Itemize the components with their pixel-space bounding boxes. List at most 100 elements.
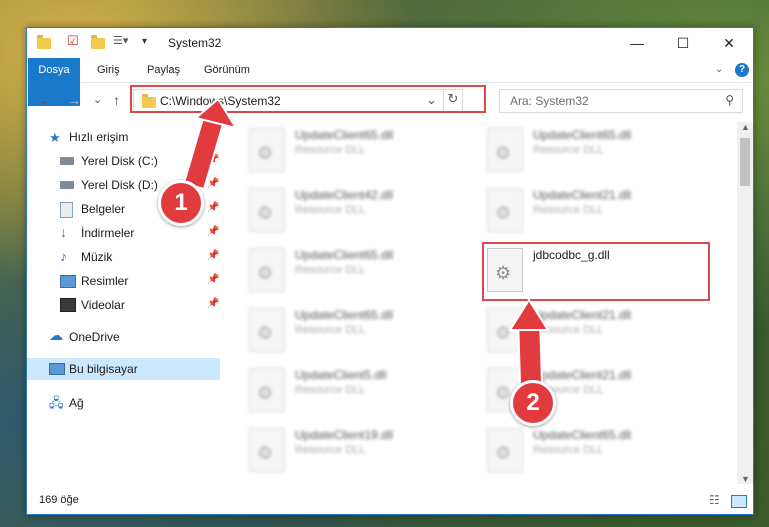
quick-access-dropdown-icon[interactable]: ▾: [142, 36, 152, 52]
callout-marker-2: 2: [510, 380, 556, 426]
sidebar-item-videos[interactable]: Videolar 📌: [27, 294, 220, 316]
document-icon: [60, 202, 73, 218]
ribbon: Dosya Giriş Paylaş Görünüm ⌄ ?: [27, 58, 753, 106]
file-name: UpdateClient19.dll: [295, 428, 394, 442]
list-item[interactable]: UpdateClient21.dll Resource DLL: [487, 188, 707, 236]
sidebar-item-quick-access[interactable]: ★ Hızlı erişim: [27, 126, 220, 148]
file-type: Resource DLL: [295, 384, 366, 396]
list-item[interactable]: UpdateClient65.dll Resource DLL: [249, 248, 469, 296]
file-type: Resource DLL: [295, 264, 366, 276]
new-folder-icon[interactable]: [91, 35, 105, 51]
drive-icon: [60, 181, 74, 189]
pin-icon: 📌: [207, 154, 220, 165]
item-count: 169 öğe: [39, 494, 79, 506]
scrollbar-thumb[interactable]: [740, 138, 750, 186]
list-item[interactable]: UpdateClient65.dll Resource DLL: [249, 308, 469, 356]
list-item[interactable]: UpdateClient19.dll Resource DLL: [249, 428, 469, 476]
sidebar-item-label: Videolar: [81, 298, 125, 312]
file-name: UpdateClient42.dll: [295, 188, 394, 202]
folder-icon[interactable]: [37, 35, 51, 51]
file-name: UpdateClient65.dll: [533, 128, 632, 142]
file-name: UpdateClient21.dll: [533, 308, 632, 322]
drive-icon: [60, 157, 74, 165]
dll-file-icon: [249, 248, 285, 292]
file-name: UpdateClient65.dll: [533, 428, 632, 442]
sidebar-item-network[interactable]: 🖧 Ağ: [27, 392, 220, 414]
dll-file-icon: [249, 428, 285, 472]
picture-icon: [60, 275, 76, 288]
file-name: UpdateClient21.dll: [533, 188, 632, 202]
tab-home[interactable]: Giriş: [97, 58, 120, 82]
sidebar-item-label: Yerel Disk (D:): [81, 178, 158, 192]
minimize-button[interactable]: —: [614, 28, 660, 58]
list-item[interactable]: UpdateClient21.dll Resource DLL: [487, 308, 707, 356]
vertical-scrollbar[interactable]: ▲ ▼: [737, 122, 753, 484]
sidebar-item-label: İndirmeler: [81, 226, 135, 240]
sidebar-item-label: Yerel Disk (C:): [81, 154, 158, 168]
window-title: System32: [168, 36, 222, 50]
computer-icon: [49, 363, 65, 375]
title-bar: ☑ ☰▾ ▾ System32 — ☐ ✕: [27, 28, 753, 58]
file-type: Resource DLL: [295, 444, 366, 456]
up-button[interactable]: ↑: [113, 92, 120, 108]
pin-icon: 📌: [207, 250, 220, 261]
sidebar-item-pictures[interactable]: Resimler 📌: [27, 270, 220, 292]
list-item[interactable]: UpdateClient65.dll Resource DLL: [487, 428, 707, 476]
pin-icon: 📌: [207, 178, 220, 189]
file-type: Resource DLL: [533, 144, 604, 156]
sidebar-item-local-disk-c[interactable]: Yerel Disk (C:) 📌: [27, 150, 220, 172]
dll-file-icon: [249, 188, 285, 232]
pin-icon: 📌: [207, 226, 220, 237]
list-item[interactable]: UpdateClient65.dll Resource DLL: [487, 128, 707, 176]
dll-file-icon: [487, 308, 523, 352]
sidebar-item-label: Resimler: [81, 274, 129, 288]
video-icon: [60, 298, 76, 312]
scroll-down-icon[interactable]: ▼: [741, 474, 750, 484]
recent-locations-button[interactable]: ⌄: [93, 93, 102, 106]
customize-icon[interactable]: ☰▾: [113, 34, 137, 50]
sidebar-item-downloads[interactable]: ↓ İndirmeler 📌: [27, 222, 220, 244]
sidebar-item-label: Belgeler: [81, 202, 126, 216]
network-icon: 🖧: [49, 395, 64, 410]
sidebar-item-label: Müzik: [81, 250, 113, 264]
pin-icon: 📌: [207, 274, 220, 285]
tab-view[interactable]: Görünüm: [204, 58, 250, 82]
large-icons-view-icon[interactable]: [731, 495, 747, 508]
scroll-up-icon[interactable]: ▲: [741, 122, 750, 132]
file-type: Resource DLL: [533, 204, 604, 216]
callout-marker-1: 1: [158, 180, 204, 226]
back-button[interactable]: ←: [39, 92, 53, 108]
sidebar-item-label: Bu bilgisayar: [69, 362, 138, 376]
sidebar-item-music[interactable]: ♪ Müzik 📌: [27, 246, 220, 268]
details-view-icon[interactable]: ☷: [709, 493, 720, 507]
search-input[interactable]: Ara: System32: [510, 94, 589, 108]
forward-button[interactable]: →: [67, 92, 81, 108]
download-icon: ↓: [60, 224, 67, 240]
address-highlight-box: [130, 85, 486, 113]
dll-file-icon: [249, 368, 285, 412]
properties-icon[interactable]: ☑: [67, 33, 81, 49]
maximize-button[interactable]: ☐: [660, 28, 706, 58]
file-name: UpdateClient65.dll: [295, 308, 394, 322]
file-name: UpdateClient5.dll: [295, 368, 387, 382]
list-item[interactable]: UpdateClient65.dll Resource DLL: [249, 128, 469, 176]
file-type: Resource DLL: [533, 324, 604, 336]
sidebar-item-label: Ağ: [69, 396, 84, 410]
pin-icon: 📌: [207, 298, 220, 309]
file-name: UpdateClient65.dll: [295, 128, 394, 142]
sidebar-item-onedrive[interactable]: ☁ OneDrive: [27, 326, 220, 348]
search-box[interactable]: Ara: System32 ⚲: [499, 89, 743, 113]
dll-file-icon: [249, 128, 285, 172]
close-button[interactable]: ✕: [706, 28, 752, 58]
expand-ribbon-icon[interactable]: ⌄: [715, 58, 723, 82]
sidebar-item-this-pc[interactable]: Bu bilgisayar: [27, 358, 220, 380]
file-name: UpdateClient21.dll: [533, 368, 632, 382]
list-item[interactable]: UpdateClient42.dll Resource DLL: [249, 188, 469, 236]
list-item[interactable]: UpdateClient5.dll Resource DLL: [249, 368, 469, 416]
pin-icon: 📌: [207, 202, 220, 213]
navigation-pane: ★ Hızlı erişim Yerel Disk (C:) 📌 Yerel D…: [27, 122, 220, 476]
sidebar-item-label: Hızlı erişim: [69, 130, 129, 144]
tab-share[interactable]: Paylaş: [147, 58, 180, 82]
help-icon[interactable]: ?: [735, 63, 749, 77]
status-bar: 169 öğe ☷: [27, 488, 753, 514]
